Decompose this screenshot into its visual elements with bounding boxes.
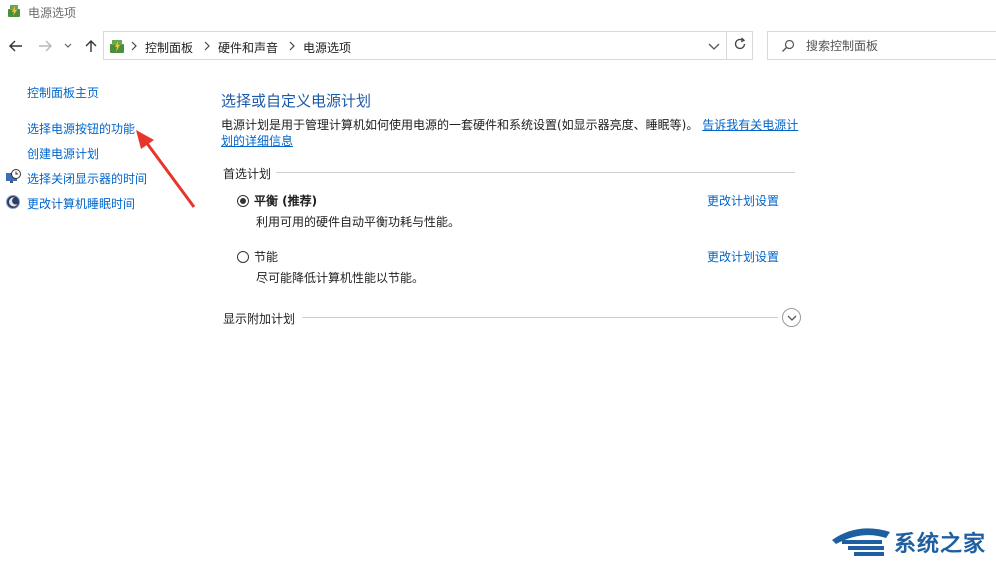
display-clock-icon [5, 169, 21, 185]
breadcrumb-separator-icon [130, 40, 138, 51]
refresh-button[interactable] [727, 31, 753, 60]
sidebar-item-sleep-time[interactable]: 更改计算机睡眠时间 [27, 195, 135, 212]
address-bar[interactable]: 控制面板 硬件和声音 电源选项 [103, 31, 727, 60]
search-input[interactable] [806, 37, 986, 55]
arrow-right-icon[interactable] [36, 37, 54, 55]
arrow-up-icon[interactable] [82, 37, 100, 55]
annotation-arrow-icon [136, 130, 196, 208]
control-panel-icon [108, 37, 126, 55]
section-divider [302, 317, 778, 318]
radio-selected-dot [240, 198, 246, 204]
show-additional-plans-label[interactable]: 显示附加计划 [223, 310, 295, 327]
refresh-icon [733, 37, 747, 54]
chevron-down-icon[interactable] [708, 41, 720, 51]
chevron-down-icon[interactable] [62, 37, 74, 55]
description-text: 电源计划是用于管理计算机如何使用电源的一套硬件和系统设置(如显示器亮度、睡眠等)… [221, 118, 699, 132]
plan-balanced-change-settings-link[interactable]: 更改计划设置 [707, 192, 779, 209]
breadcrumb-hardware-sound[interactable]: 硬件和声音 [218, 39, 278, 56]
plan-balanced-name[interactable]: 平衡 (推荐) [254, 192, 317, 209]
preferred-plans-label: 首选计划 [223, 167, 272, 181]
title-bar: 电源选项 [0, 0, 996, 24]
page-description: 电源计划是用于管理计算机如何使用电源的一套硬件和系统设置(如显示器亮度、睡眠等)… [221, 117, 801, 149]
expand-additional-plans-button[interactable] [782, 308, 801, 327]
section-divider [276, 172, 795, 173]
search-icon [781, 39, 795, 53]
plan-balanced-radio[interactable] [237, 195, 249, 207]
moon-sleep-icon [5, 194, 21, 210]
breadcrumb-separator-icon [288, 40, 296, 51]
power-options-icon [6, 3, 22, 19]
breadcrumb-control-panel[interactable]: 控制面板 [145, 39, 193, 56]
sidebar-item-display-off-time[interactable]: 选择关闭显示器的时间 [27, 170, 147, 187]
window-title: 电源选项 [28, 6, 77, 20]
sidebar-item-power-button[interactable]: 选择电源按钮的功能 [27, 120, 135, 137]
sidebar-item-create-plan[interactable]: 创建电源计划 [27, 145, 99, 162]
chevron-down-circle-icon [787, 311, 797, 325]
page-title: 选择或自定义电源计划 [221, 92, 372, 110]
plan-power-saver-change-settings-link[interactable]: 更改计划设置 [707, 248, 779, 265]
arrow-left-icon[interactable] [7, 37, 25, 55]
watermark-text: 系统之家 [894, 532, 987, 557]
plan-power-saver-radio[interactable] [237, 251, 249, 263]
plan-power-saver-name[interactable]: 节能 [254, 248, 278, 265]
sidebar-item-control-panel-home[interactable]: 控制面板主页 [27, 84, 99, 101]
plan-power-saver-description: 尽可能降低计算机性能以节能。 [256, 271, 425, 285]
breadcrumb-power-options[interactable]: 电源选项 [303, 39, 351, 56]
plan-balanced-description: 利用可用的硬件自动平衡功耗与性能。 [256, 215, 461, 229]
search-box[interactable] [767, 31, 996, 60]
breadcrumb-separator-icon [203, 40, 211, 51]
